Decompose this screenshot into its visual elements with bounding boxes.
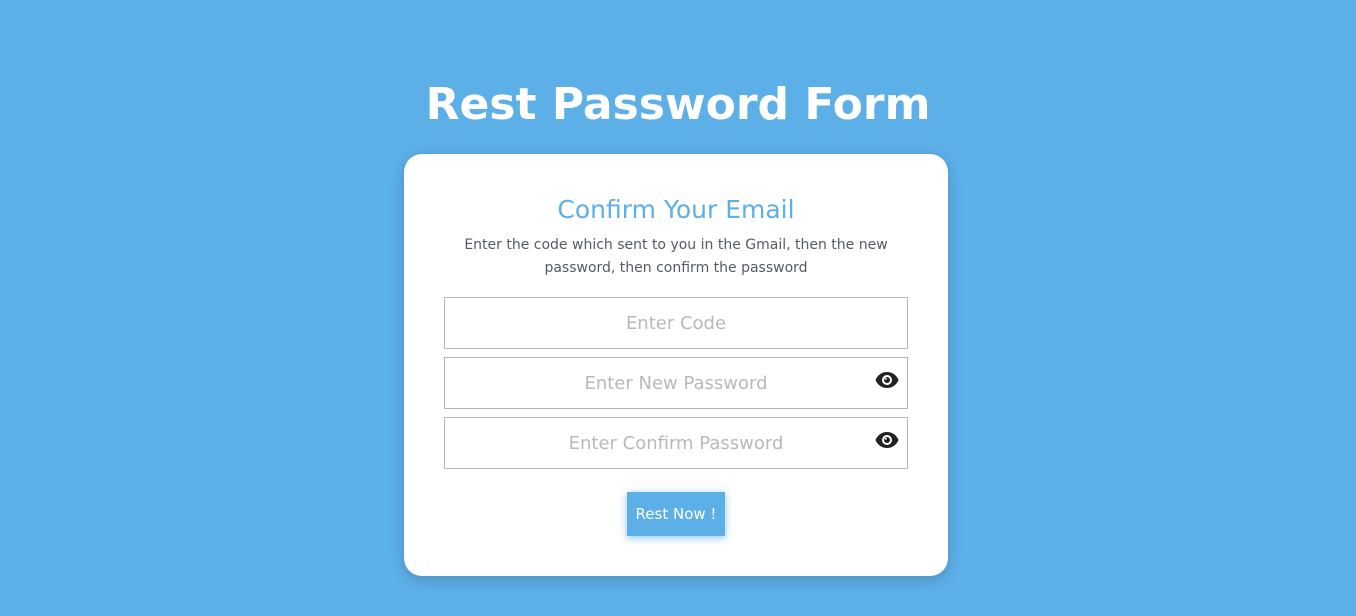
reset-now-button[interactable]: Rest Now ! (627, 492, 725, 536)
new-password-input[interactable] (445, 358, 907, 408)
code-input[interactable] (445, 298, 907, 348)
page-title: Rest Password Form (425, 79, 931, 131)
confirm-password-field (444, 417, 908, 469)
reset-password-card: Confirm Your Email Enter the code which … (404, 154, 948, 576)
card-title: Confirm Your Email (557, 195, 795, 224)
code-field (444, 297, 908, 349)
confirm-password-input[interactable] (445, 418, 907, 468)
card-description: Enter the code which sent to you in the … (464, 237, 888, 276)
new-password-field (444, 357, 908, 409)
eye-icon[interactable] (875, 371, 899, 389)
eye-icon[interactable] (875, 431, 899, 449)
